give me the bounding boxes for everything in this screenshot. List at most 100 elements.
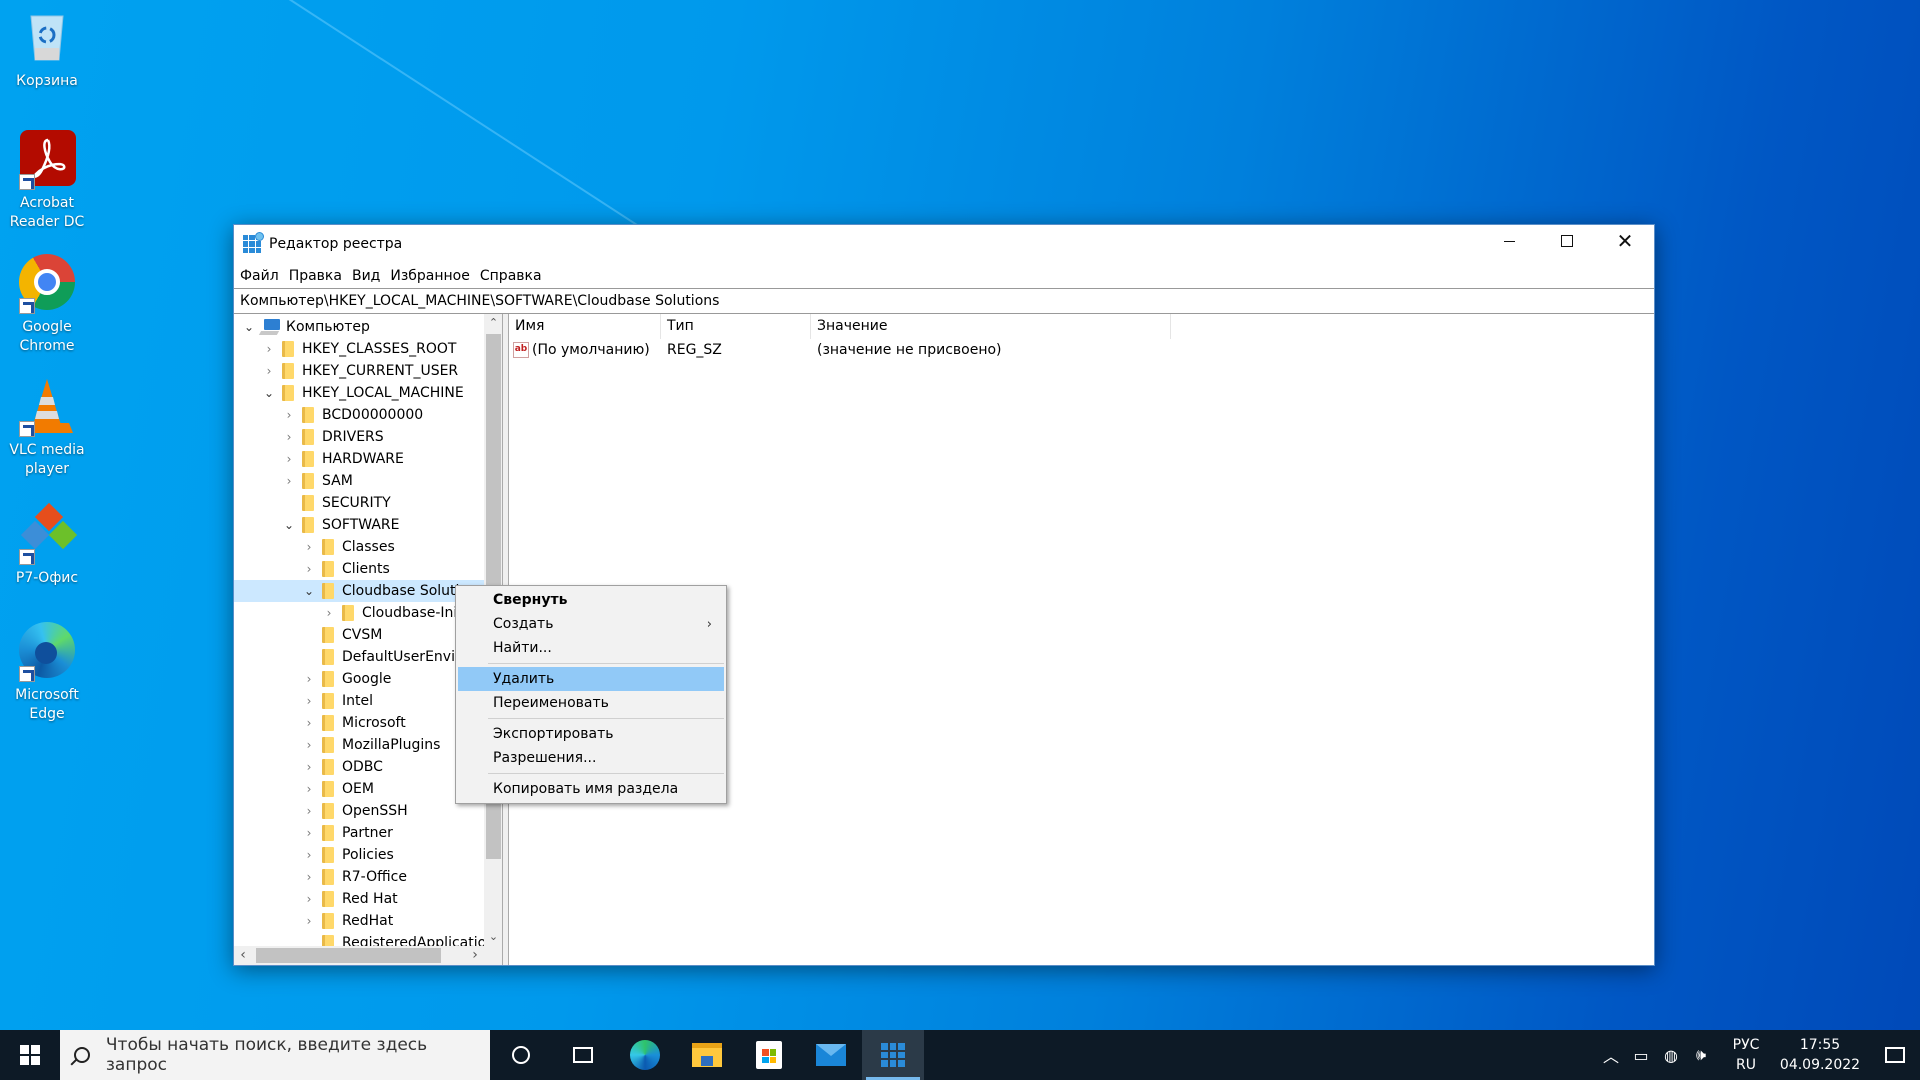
title-bar[interactable]: Редактор реестра ✕ — [234, 225, 1654, 263]
close-button[interactable]: ✕ — [1596, 225, 1654, 257]
volume-icon[interactable]: 🕪 — [1686, 1045, 1716, 1065]
context-menu-item[interactable]: Копировать имя раздела — [458, 777, 724, 801]
tree-node[interactable]: › Policies — [234, 844, 484, 866]
tree-horizontal-scrollbar[interactable]: ‹ › — [234, 946, 484, 965]
taskbar-search-box[interactable]: Чтобы начать поиск, введите здесь запрос — [60, 1030, 490, 1080]
tree-node[interactable]: › HARDWARE — [234, 448, 484, 470]
tree-node[interactable]: › Classes — [234, 536, 484, 558]
chevron-right-icon[interactable]: › — [302, 760, 316, 774]
menu-view[interactable]: Вид — [352, 268, 386, 284]
tree-node[interactable]: › BCD00000000 — [234, 404, 484, 426]
context-menu-item[interactable]: Удалить — [458, 667, 724, 691]
chevron-right-icon[interactable]: › — [282, 474, 296, 488]
language-indicator[interactable]: РУС RU — [1722, 1035, 1770, 1075]
taskbar-mail[interactable] — [800, 1030, 862, 1080]
chevron-right-icon[interactable]: › — [302, 738, 316, 752]
chevron-down-icon[interactable]: ⌄ — [262, 386, 276, 400]
chevron-right-icon[interactable]: › — [322, 606, 336, 620]
tree-node[interactable]: › Microsoft — [234, 712, 484, 734]
chevron-right-icon[interactable]: › — [302, 672, 316, 686]
chevron-right-icon[interactable]: › — [302, 892, 316, 906]
tree-node[interactable]: ⌄ HKEY_LOCAL_MACHINE — [234, 382, 484, 404]
tree-node[interactable]: › Google — [234, 668, 484, 690]
chevron-right-icon[interactable]: › — [302, 540, 316, 554]
address-bar[interactable]: Компьютер\HKEY_LOCAL_MACHINE\SOFTWARE\Cl… — [234, 288, 1654, 314]
chevron-down-icon[interactable]: ⌄ — [282, 518, 296, 532]
tree-node[interactable]: › DRIVERS — [234, 426, 484, 448]
list-row[interactable]: ab (По умолчанию) REG_SZ (значение не при… — [509, 339, 1654, 361]
tree-node[interactable]: › Intel — [234, 690, 484, 712]
tree-node[interactable]: ⌄ SOFTWARE — [234, 514, 484, 536]
camera-icon[interactable]: ▭ — [1626, 1046, 1656, 1065]
context-menu-item[interactable]: Свернуть — [458, 588, 724, 612]
menu-help[interactable]: Справка — [480, 268, 548, 284]
column-header-name[interactable]: Имя — [509, 314, 661, 339]
chevron-right-icon[interactable]: › — [302, 562, 316, 576]
chevron-right-icon[interactable]: › — [302, 870, 316, 884]
scrollbar-thumb[interactable] — [256, 948, 441, 963]
chevron-right-icon[interactable]: › — [302, 914, 316, 928]
chevron-right-icon[interactable]: › — [282, 408, 296, 422]
taskbar-edge[interactable] — [614, 1030, 676, 1080]
maximize-button[interactable] — [1538, 225, 1596, 257]
scroll-up-icon[interactable]: ⌃ — [484, 314, 502, 332]
chevron-right-icon[interactable]: › — [302, 804, 316, 818]
chevron-right-icon[interactable]: › — [302, 694, 316, 708]
desktop-icon-chrome[interactable]: Google Chrome — [4, 254, 90, 356]
desktop-icon-acrobat[interactable]: Acrobat Reader DC — [4, 130, 90, 232]
tree-node[interactable]: ⌄ Компьютер — [234, 316, 484, 338]
context-menu-item[interactable]: Найти... — [458, 636, 724, 660]
tree-node[interactable]: › SAM — [234, 470, 484, 492]
clock[interactable]: 17:55 04.09.2022 — [1770, 1035, 1870, 1075]
taskbar-regedit[interactable] — [862, 1030, 924, 1080]
notification-center-button[interactable] — [1870, 1030, 1920, 1080]
tree-node[interactable]: › HKEY_CLASSES_ROOT — [234, 338, 484, 360]
context-menu-item[interactable]: Создать › — [458, 612, 724, 636]
chevron-down-icon[interactable]: ⌄ — [242, 320, 256, 334]
taskbar-store[interactable] — [738, 1030, 800, 1080]
tree-node[interactable]: DefaultUserEnvironment — [234, 646, 502, 668]
tree-node[interactable]: SECURITY — [234, 492, 484, 514]
chevron-right-icon[interactable]: › — [302, 782, 316, 796]
tree-node[interactable]: › Red Hat — [234, 888, 484, 910]
scroll-left-icon[interactable]: ‹ — [234, 946, 252, 965]
scroll-right-icon[interactable]: › — [466, 946, 484, 965]
tree-node[interactable]: › MozillaPlugins — [234, 734, 484, 756]
desktop-icon-recycle-bin[interactable]: Корзина — [4, 8, 90, 91]
taskbar-file-explorer[interactable] — [676, 1030, 738, 1080]
tree-node[interactable]: › OpenSSH — [234, 800, 484, 822]
tree-node[interactable]: › Clients — [234, 558, 484, 580]
tree-node[interactable]: CVSM — [234, 624, 484, 646]
tree-node[interactable]: › RedHat — [234, 910, 484, 932]
tree-node[interactable]: › Cloudbase-Init — [234, 602, 484, 624]
start-button[interactable] — [0, 1030, 60, 1080]
chevron-right-icon[interactable]: › — [302, 716, 316, 730]
tree-node[interactable]: ⌄ Cloudbase Solutions — [234, 580, 484, 602]
network-globe-icon[interactable]: ◍ — [1656, 1046, 1686, 1065]
tree-node[interactable]: › OEM — [234, 778, 484, 800]
minimize-button[interactable] — [1480, 225, 1538, 257]
show-hidden-icons-chevron-up-icon[interactable]: ︿ — [1596, 1043, 1626, 1067]
context-menu-item[interactable]: Разрешения... — [458, 746, 724, 770]
desktop-icon-edge[interactable]: Microsoft Edge — [4, 622, 90, 724]
menu-edit[interactable]: Правка — [289, 268, 348, 284]
tree-node[interactable]: › HKEY_CURRENT_USER — [234, 360, 484, 382]
desktop-icon-r7-office[interactable]: Р7-Офис — [4, 502, 90, 588]
tree-node[interactable]: › R7-Office — [234, 866, 484, 888]
chevron-right-icon[interactable]: › — [302, 826, 316, 840]
tree-node[interactable]: › ODBC — [234, 756, 484, 778]
chevron-right-icon[interactable]: › — [262, 342, 276, 356]
chevron-right-icon[interactable]: › — [282, 430, 296, 444]
task-view-button[interactable] — [552, 1030, 614, 1080]
column-header-value[interactable]: Значение — [811, 314, 1171, 339]
context-menu-item[interactable]: Переименовать — [458, 691, 724, 715]
tree-node[interactable]: › Partner — [234, 822, 484, 844]
context-menu-item[interactable]: Экспортировать — [458, 722, 724, 746]
chevron-right-icon[interactable]: › — [282, 452, 296, 466]
chevron-right-icon[interactable]: › — [262, 364, 276, 378]
scroll-down-icon[interactable]: ⌄ — [484, 928, 502, 946]
column-header-type[interactable]: Тип — [661, 314, 811, 339]
menu-file[interactable]: Файл — [240, 268, 285, 284]
cortana-button[interactable] — [490, 1030, 552, 1080]
chevron-down-icon[interactable]: ⌄ — [302, 584, 316, 598]
